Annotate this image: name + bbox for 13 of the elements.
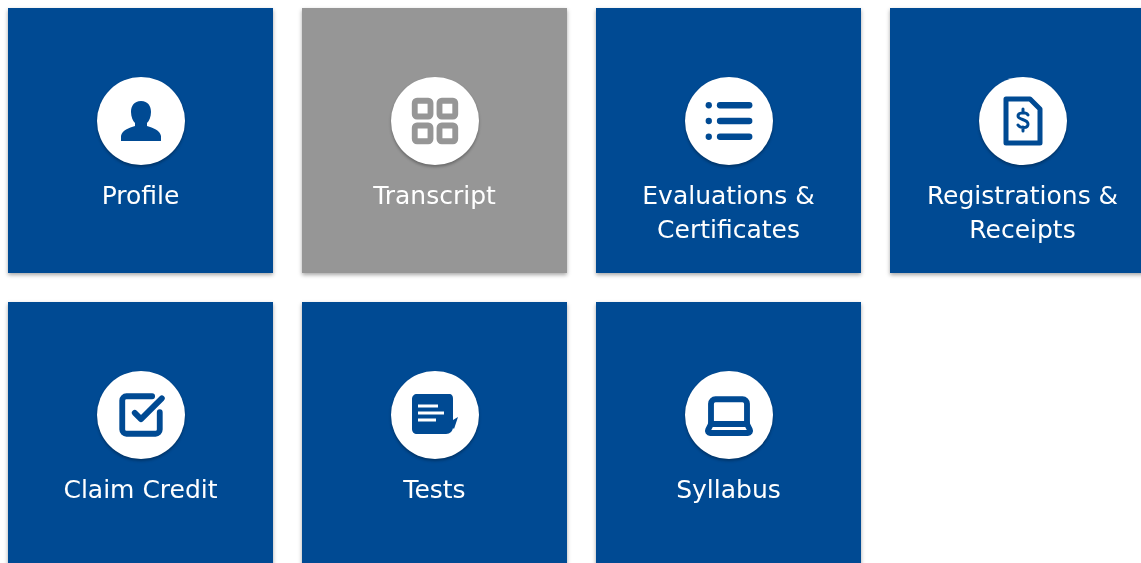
- menu-tile[interactable]: Registrations & Receipts: [890, 8, 1141, 273]
- tile-label: Registrations & Receipts: [925, 180, 1120, 246]
- menu-tile[interactable]: Syllabus: [596, 302, 861, 563]
- tile-label: Syllabus: [675, 474, 782, 506]
- tile-label: Evaluations & Certificates: [641, 180, 816, 246]
- tile-label: Tests: [402, 474, 467, 506]
- menu-tile[interactable]: Evaluations & Certificates: [596, 8, 861, 273]
- tile-label: Profile: [100, 180, 181, 212]
- tile-label: Transcript: [372, 180, 497, 212]
- menu-tile[interactable]: Claim Credit: [8, 302, 273, 563]
- menu-tile[interactable]: Profile: [8, 8, 273, 273]
- menu-tile[interactable]: Tests: [302, 302, 567, 563]
- tile-label: Claim Credit: [62, 474, 219, 506]
